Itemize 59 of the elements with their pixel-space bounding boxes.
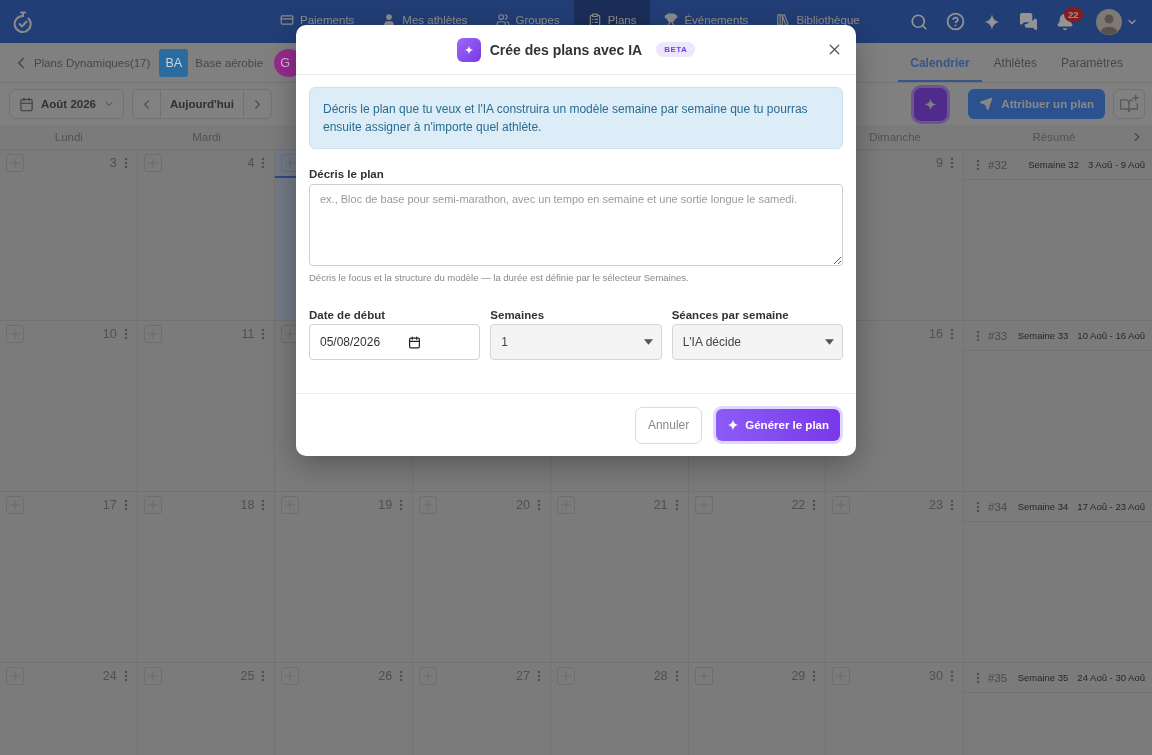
- help-button[interactable]: [946, 12, 965, 31]
- book-plus-icon: [1119, 94, 1139, 114]
- week-title: Semaine 32: [1028, 159, 1079, 170]
- cancel-button[interactable]: Annuler: [634, 406, 703, 444]
- dropdown-field[interactable]: 1: [490, 324, 662, 360]
- field-hint: Décris le focus et la structure du modèle — la durée est définie par le sélecteur Semaines.: [309, 272, 690, 284]
- sparkle-icon: [924, 97, 938, 111]
- generate-plan-button[interactable]: Générer le plan: [716, 409, 840, 441]
- caret-down-icon: [643, 339, 653, 345]
- notification-count: 22: [1064, 6, 1083, 22]
- view-tab[interactable]: Paramètres: [1048, 43, 1135, 82]
- calendar-icon[interactable]: [408, 335, 422, 349]
- stopwatch-check-icon[interactable]: [11, 9, 35, 34]
- people-icon: [495, 12, 510, 27]
- library-add-button[interactable]: [1113, 89, 1145, 119]
- month-picker-button[interactable]: Août 2026: [9, 89, 124, 119]
- week-title: Semaine 35: [1017, 672, 1069, 683]
- person-icon: [382, 12, 397, 27]
- sparkle-icon: [456, 37, 481, 62]
- beta-badge: BETA: [656, 42, 696, 57]
- clipboard-icon: [587, 12, 602, 27]
- search-button[interactable]: [910, 12, 928, 31]
- week-date-range: 10 Aoû - 16 Aoû: [1077, 330, 1145, 341]
- dropdown-field[interactable]: L'IA décide: [671, 324, 843, 360]
- date-field[interactable]: 05/08/2026: [309, 324, 481, 360]
- card-icon: [280, 12, 294, 27]
- field-label: Décris le plan: [309, 167, 385, 181]
- paper-plane-icon: [979, 97, 994, 111]
- sparkle-icon: [727, 419, 740, 431]
- plan-initials-tag[interactable]: BA: [159, 48, 189, 77]
- week-title: Semaine 33: [1017, 330, 1069, 341]
- modal-title: Crée des plans avec IA: [489, 41, 643, 58]
- help-icon: [946, 12, 965, 31]
- back-link[interactable]: Plans Dynamiques(17): [12, 53, 151, 72]
- info-banner: Décris le plan que tu veux et l'IA construira un modèle semaine par semaine que tu pourras ensuite assigner à n'importe quel athlète.: [309, 87, 843, 149]
- caret-down-icon: [825, 339, 834, 345]
- nav-item[interactable]: Paiements: [266, 0, 369, 30]
- week-date-range: 3 Aoû - 9 Aoû: [1087, 159, 1145, 170]
- messages-button[interactable]: [1019, 12, 1038, 31]
- books-icon: [776, 12, 791, 27]
- view-tab[interactable]: Athlètes: [981, 43, 1049, 82]
- plus-icon: [283, 156, 298, 170]
- avatar-icon[interactable]: [1096, 8, 1122, 35]
- nav-item[interactable]: Bibliothèque: [762, 0, 874, 30]
- nav-item[interactable]: Mes athlètes: [368, 0, 482, 30]
- week-title: Semaine 34: [1017, 501, 1069, 512]
- field-label: Semaines: [490, 308, 546, 322]
- week-date-range: 24 Aoû - 30 Aoû: [1077, 672, 1145, 683]
- field-label: Date de début: [309, 308, 387, 322]
- search-icon: [910, 12, 928, 31]
- description-field[interactable]: ex., Bloc de base pour semi-marathon, avec un tempo en semaine et une sortie longue le samedi.: [309, 184, 843, 266]
- chat-bubbles-icon: [1019, 12, 1038, 31]
- field-label: Séances par semaine: [671, 308, 790, 322]
- calendar-icon: [19, 96, 34, 112]
- assign-plan-button[interactable]: Attribuer un plan: [968, 89, 1105, 119]
- week-date-range: 17 Aoû - 23 Aoû: [1077, 501, 1145, 512]
- plan-name[interactable]: Base aérobie: [195, 56, 264, 69]
- ai-button[interactable]: [914, 87, 948, 121]
- nav-item[interactable]: Groupes: [481, 0, 574, 30]
